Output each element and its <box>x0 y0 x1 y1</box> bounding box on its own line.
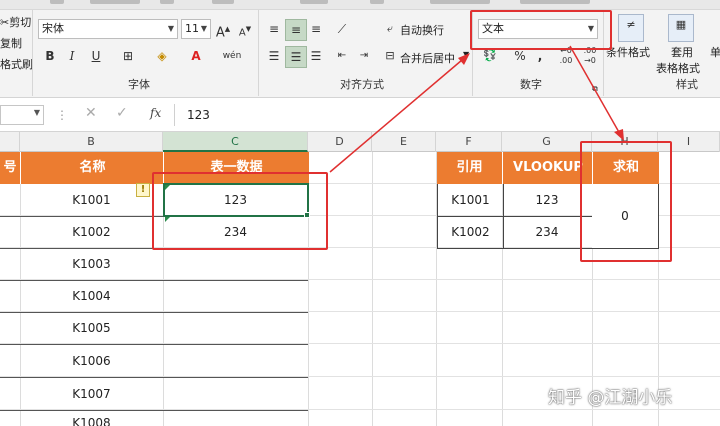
arrow-line <box>569 45 621 135</box>
watermark: 知乎 @江湖小乐 <box>548 388 673 408</box>
arrow-head <box>614 129 624 141</box>
annotation-arrows <box>329 45 624 173</box>
arrow-line <box>329 59 463 173</box>
arrow-head <box>458 53 470 65</box>
